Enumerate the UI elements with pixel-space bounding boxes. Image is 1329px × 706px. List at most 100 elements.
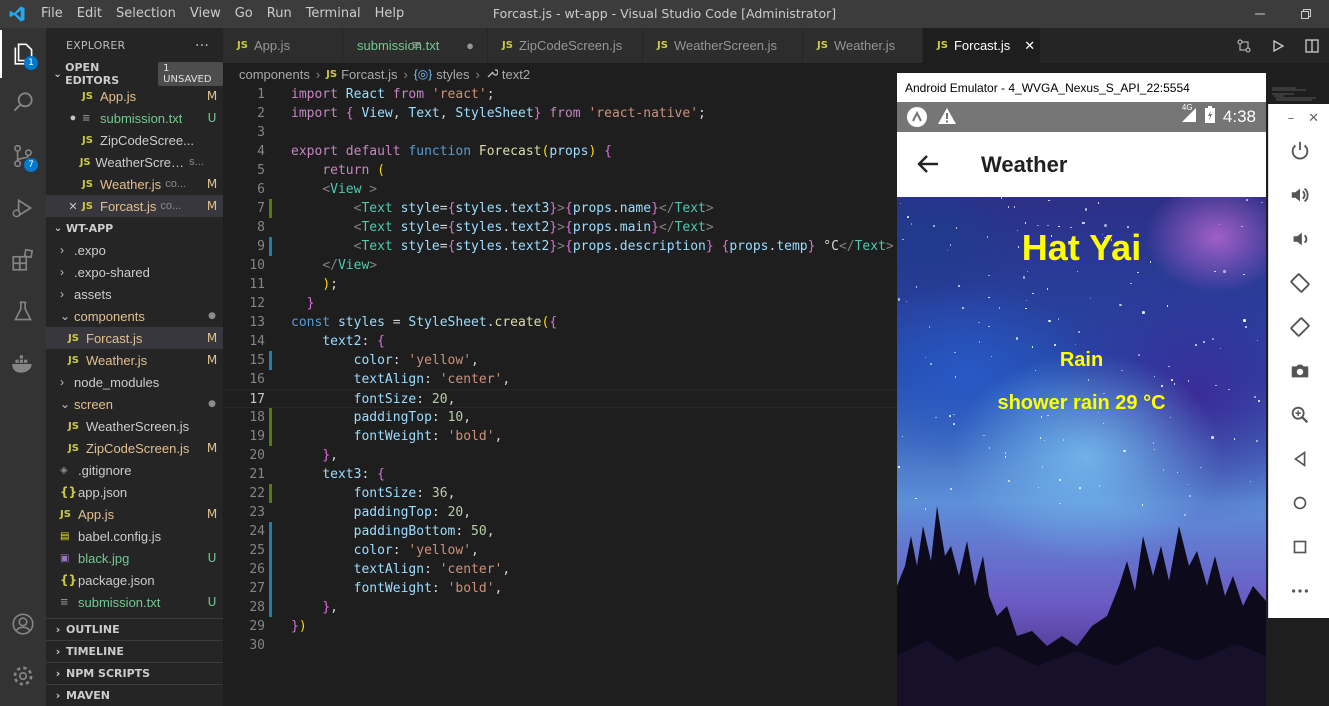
- source-control-icon[interactable]: 7: [0, 132, 46, 180]
- extensions-icon[interactable]: [0, 236, 46, 284]
- tree-item[interactable]: JS ZipCodeScreen.js M: [46, 437, 223, 459]
- more-options-icon[interactable]: [1283, 574, 1317, 608]
- zoom-icon[interactable]: [1283, 398, 1317, 432]
- code-line[interactable]: 29}): [223, 617, 897, 636]
- tree-item[interactable]: › node_modules: [46, 371, 223, 393]
- tree-item[interactable]: › assets: [46, 283, 223, 305]
- minimap[interactable]: [1266, 85, 1329, 105]
- menu-item-edit[interactable]: Edit: [70, 0, 109, 28]
- tree-item[interactable]: ≡ submission.txt U: [46, 591, 223, 613]
- tree-item[interactable]: ◈ .gitignore: [46, 459, 223, 481]
- code-line[interactable]: 30: [223, 636, 897, 655]
- minimize-icon[interactable]: [1237, 0, 1283, 28]
- open-editor-item[interactable]: ✕ JS Forcast.js co... M: [46, 195, 223, 217]
- menu-item-terminal[interactable]: Terminal: [299, 0, 368, 28]
- volume-up-icon[interactable]: [1283, 178, 1317, 212]
- section-timeline[interactable]: › TIMELINE: [46, 640, 223, 662]
- code-line[interactable]: 9 <Text style={styles.text2}>{props.desc…: [223, 237, 897, 256]
- tree-item[interactable]: ⌄ components ●: [46, 305, 223, 327]
- breadcrumb-symbol[interactable]: styles: [436, 67, 469, 82]
- split-editor-icon[interactable]: [1295, 38, 1329, 53]
- code-line[interactable]: 6 <View >: [223, 180, 897, 199]
- section-maven[interactable]: › MAVEN: [46, 684, 223, 706]
- section-npm-scripts[interactable]: › NPM SCRIPTS: [46, 662, 223, 684]
- tree-item[interactable]: JS Weather.js M: [46, 349, 223, 371]
- tab-weatherscreen-js[interactable]: JS WeatherScreen.js: [643, 28, 803, 63]
- tree-item[interactable]: › .expo-shared: [46, 261, 223, 283]
- compare-changes-icon[interactable]: [1227, 38, 1261, 54]
- restore-icon[interactable]: [1283, 0, 1329, 28]
- more-actions-icon[interactable]: ···: [195, 38, 209, 54]
- android-overview-icon[interactable]: [1283, 530, 1317, 564]
- tab-forcast-js[interactable]: JS Forcast.js ✕: [923, 28, 1041, 63]
- code-line[interactable]: 26 textAlign: 'center',: [223, 560, 897, 579]
- tree-item[interactable]: JS WeatherScreen.js: [46, 415, 223, 437]
- open-editor-item[interactable]: JS App.js M: [46, 85, 223, 107]
- code-line[interactable]: 4 export default function Forecast(props)…: [223, 142, 897, 161]
- section-outline[interactable]: › OUTLINE: [46, 618, 223, 640]
- run-debug-icon[interactable]: [0, 184, 46, 232]
- tree-item[interactable]: ▤ babel.config.js: [46, 525, 223, 547]
- run-play-icon[interactable]: [1261, 39, 1295, 53]
- camera-screenshot-icon[interactable]: [1283, 354, 1317, 388]
- tab-submission-txt[interactable]: ≡ submission.txt ●: [343, 28, 488, 63]
- tree-item[interactable]: › .expo: [46, 239, 223, 261]
- code-line[interactable]: 10 </View>: [223, 256, 897, 275]
- menu-item-go[interactable]: Go: [228, 0, 260, 28]
- tree-item[interactable]: {} package.json: [46, 569, 223, 591]
- tree-item[interactable]: JS Forcast.js M: [46, 327, 223, 349]
- open-editors-header[interactable]: ⌄ OPEN EDITORS 1 UNSAVED: [46, 61, 223, 87]
- code-line[interactable]: 24 paddingBottom: 50,: [223, 522, 897, 541]
- close-tab-icon[interactable]: ✕: [1024, 38, 1035, 54]
- code-line[interactable]: 21 text3: {: [223, 465, 897, 484]
- menu-item-view[interactable]: View: [183, 0, 228, 28]
- code-line[interactable]: 13 const styles = StyleSheet.create({: [223, 313, 897, 332]
- code-editor[interactable]: 1 import React from 'react'; 2 import { Vie…: [223, 85, 897, 706]
- code-line[interactable]: 27 fontWeight: 'bold',: [223, 579, 897, 598]
- code-line[interactable]: 7 <Text style={styles.text3}>{props.name…: [223, 199, 897, 218]
- power-icon[interactable]: [1283, 134, 1317, 168]
- open-editor-item[interactable]: JS Weather.js co... M: [46, 173, 223, 195]
- android-back-icon[interactable]: [1283, 442, 1317, 476]
- close-icon[interactable]: ✕: [1308, 111, 1319, 126]
- volume-down-icon[interactable]: [1283, 222, 1317, 256]
- open-editor-item[interactable]: ● ≡ submission.txt U: [46, 107, 223, 129]
- open-editor-item[interactable]: JS ZipCodeScree...: [46, 129, 223, 151]
- editor-state-icon[interactable]: ✕: [64, 200, 82, 213]
- code-line[interactable]: 2 import { View, Text, StyleSheet} from '…: [223, 104, 897, 123]
- code-line[interactable]: 3: [223, 123, 897, 142]
- settings-gear-icon[interactable]: [0, 652, 46, 700]
- menu-item-file[interactable]: File: [34, 0, 70, 28]
- breadcrumb-property[interactable]: text2: [502, 67, 530, 82]
- code-line[interactable]: 5 return (: [223, 161, 897, 180]
- search-icon[interactable]: [0, 78, 46, 126]
- breadcrumb-file[interactable]: Forcast.js: [341, 67, 397, 82]
- tab-app-js[interactable]: JS App.js: [223, 28, 343, 63]
- code-line[interactable]: 20 },: [223, 446, 897, 465]
- code-line[interactable]: 28 },: [223, 598, 897, 617]
- android-home-icon[interactable]: [1283, 486, 1317, 520]
- code-line[interactable]: 17 fontSize: 20,: [223, 389, 897, 408]
- menu-item-help[interactable]: Help: [368, 0, 412, 28]
- code-line[interactable]: 19 fontWeight: 'bold',: [223, 427, 897, 446]
- breadcrumb-folder[interactable]: components: [239, 67, 310, 82]
- menu-item-run[interactable]: Run: [260, 0, 299, 28]
- tree-item[interactable]: ⌄ screen ●: [46, 393, 223, 415]
- account-icon[interactable]: [0, 600, 46, 648]
- code-line[interactable]: 23 paddingTop: 20,: [223, 503, 897, 522]
- code-line[interactable]: 18 paddingTop: 10,: [223, 408, 897, 427]
- testing-flask-icon[interactable]: [0, 288, 46, 336]
- tree-item[interactable]: {} app.json: [46, 481, 223, 503]
- menu-item-selection[interactable]: Selection: [109, 0, 183, 28]
- code-line[interactable]: 16 textAlign: 'center',: [223, 370, 897, 389]
- code-line[interactable]: 14 text2: {: [223, 332, 897, 351]
- tab-weather-js[interactable]: JS Weather.js: [803, 28, 923, 63]
- code-line[interactable]: 8 <Text style={styles.text2}>{props.main…: [223, 218, 897, 237]
- back-arrow-icon[interactable]: [897, 149, 959, 180]
- rotate-left-icon[interactable]: [1283, 266, 1317, 300]
- minimize-icon[interactable]: –: [1288, 111, 1295, 126]
- tree-item[interactable]: JS App.js M: [46, 503, 223, 525]
- rotate-right-icon[interactable]: [1283, 310, 1317, 344]
- code-line[interactable]: 22 fontSize: 36,: [223, 484, 897, 503]
- code-line[interactable]: 11 );: [223, 275, 897, 294]
